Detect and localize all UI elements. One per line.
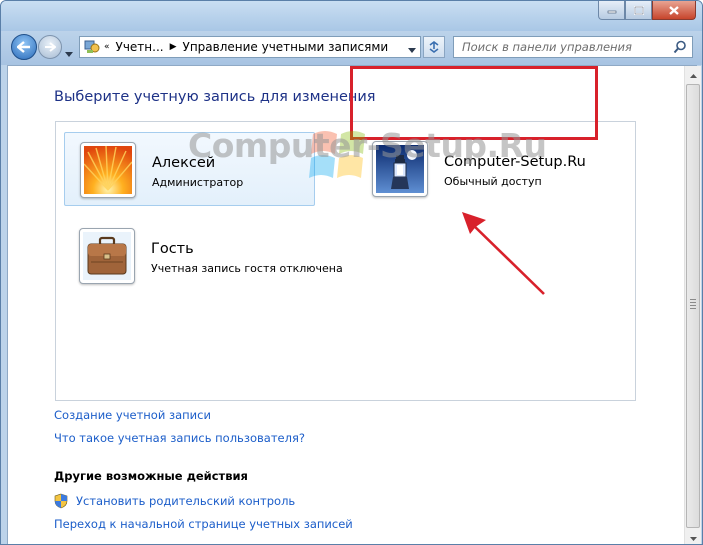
breadcrumb-item[interactable]: Учетн... — [116, 40, 164, 54]
scrollbar-thumb[interactable] — [686, 84, 700, 528]
vertical-scrollbar[interactable] — [684, 66, 701, 544]
account-name: Гость — [151, 241, 194, 257]
forward-button[interactable] — [38, 35, 62, 59]
account-type: Администратор — [152, 176, 244, 189]
address-bar[interactable]: « Учетн... ▶ Управление учетными записям… — [79, 36, 421, 58]
what-is-account-link[interactable]: Что такое учетная запись пользователя? — [54, 431, 305, 445]
maximize-icon — [633, 5, 644, 15]
briefcase-icon — [83, 232, 131, 280]
account-picture — [80, 142, 136, 198]
account-picture — [79, 228, 135, 284]
refresh-button[interactable] — [423, 36, 445, 58]
maximize-button[interactable] — [625, 1, 652, 20]
minimize-icon — [607, 10, 616, 14]
chevron-down-icon — [689, 536, 697, 541]
breadcrumb-overflow[interactable]: « — [104, 42, 110, 52]
red-pointer-arrow-icon — [462, 212, 545, 295]
search-input[interactable] — [460, 39, 669, 55]
scrollbar-grip — [690, 299, 696, 311]
account-type: Учетная запись гостя отключена — [151, 262, 343, 275]
minimize-button[interactable] — [598, 1, 625, 20]
accounts-home-link[interactable]: Переход к начальной странице учетных зап… — [54, 517, 353, 531]
close-icon — [669, 5, 679, 15]
scroll-down-button[interactable] — [685, 530, 701, 544]
parental-control-link[interactable]: Установить родительский контроль — [76, 494, 295, 508]
chevron-down-icon — [65, 52, 73, 57]
arrow-right-icon — [45, 42, 56, 52]
control-panel-icon — [84, 38, 100, 57]
other-actions-title: Другие возможные действия — [54, 469, 248, 483]
recent-pages-dropdown[interactable] — [65, 43, 73, 62]
refresh-icon — [429, 41, 439, 53]
chevron-up-icon — [689, 73, 697, 78]
scroll-up-button[interactable] — [685, 67, 701, 84]
account-tile-guest[interactable]: Гость Учетная запись гостя отключена — [64, 219, 424, 293]
navigation-bar: « Учетн... ▶ Управление учетными записям… — [1, 31, 702, 65]
search-icon[interactable] — [673, 40, 687, 57]
breadcrumb-separator[interactable]: ▶ — [170, 42, 177, 52]
address-dropdown[interactable] — [408, 43, 416, 57]
orange-flower-icon — [84, 146, 132, 194]
chevron-down-icon — [408, 48, 416, 53]
close-button[interactable] — [652, 1, 696, 20]
caption-buttons — [598, 1, 696, 21]
create-account-link[interactable]: Создание учетной записи — [54, 408, 211, 422]
breadcrumb-item-current[interactable]: Управление учетными записями — [183, 40, 389, 54]
title-bar[interactable] — [1, 1, 702, 31]
search-box[interactable] — [453, 36, 693, 58]
back-button[interactable] — [11, 34, 37, 60]
arrow-left-icon — [17, 41, 30, 53]
uac-shield-icon — [54, 493, 68, 513]
page-title: Выберите учетную запись для изменения — [54, 89, 376, 105]
